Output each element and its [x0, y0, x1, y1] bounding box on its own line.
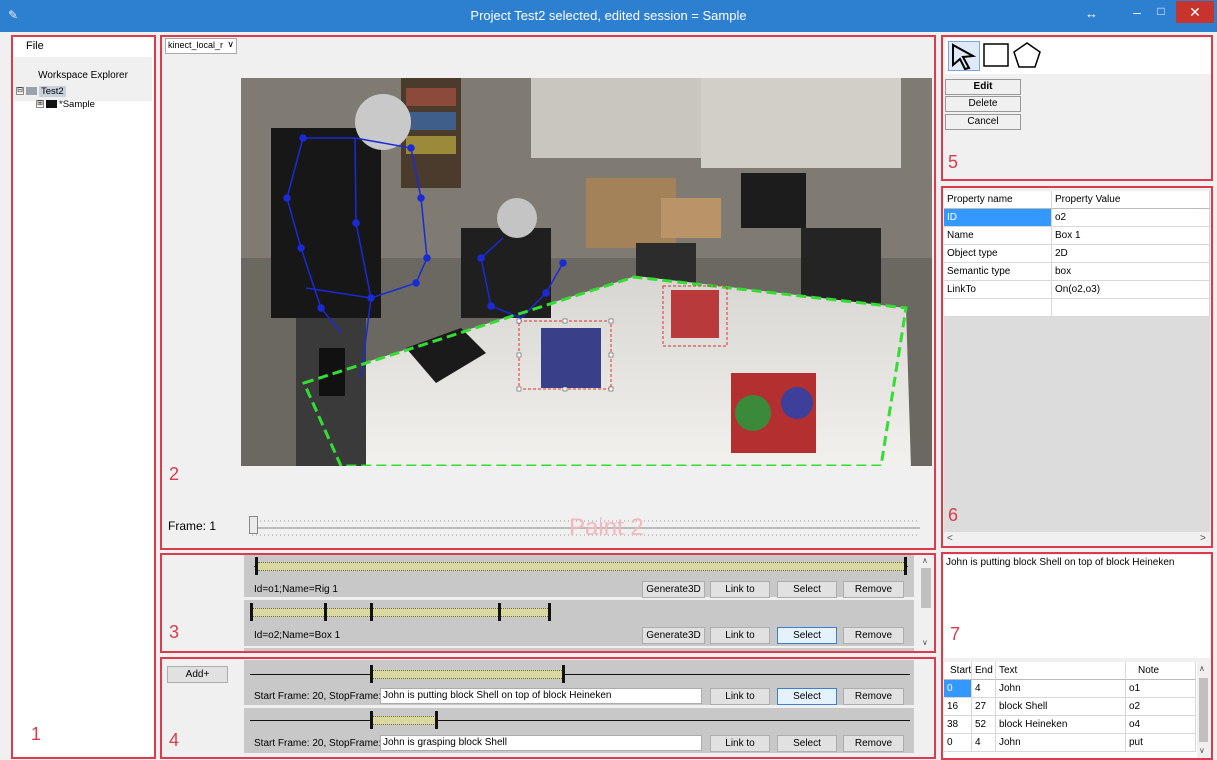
panel-7-outline [941, 552, 1213, 760]
panel-number-2: 2 [169, 464, 180, 484]
resize-icon[interactable]: ↔ [1085, 6, 1098, 21]
panel-5-outline [941, 35, 1213, 181]
panel-number-1: 1 [31, 724, 42, 744]
panel-1-outline [11, 35, 156, 759]
minimize-button[interactable]: – [1126, 4, 1148, 24]
panel-number-5: 5 [948, 152, 959, 172]
window-title: Project Test2 selected, edited session =… [470, 8, 747, 23]
panel-6-outline [941, 186, 1213, 548]
close-button[interactable]: ✕ [1176, 1, 1214, 23]
title-bar: ✎ Project Test2 selected, edited session… [0, 0, 1217, 32]
panel-4-outline [160, 657, 936, 759]
panel-number-3: 3 [169, 622, 180, 642]
maximize-button[interactable]: □ [1150, 4, 1172, 24]
panel-3-outline [160, 553, 936, 653]
panel-2-outline [160, 35, 936, 550]
panel-number-6: 6 [948, 505, 959, 525]
panel-number-7: 7 [950, 624, 961, 644]
panel-number-4: 4 [169, 730, 180, 750]
